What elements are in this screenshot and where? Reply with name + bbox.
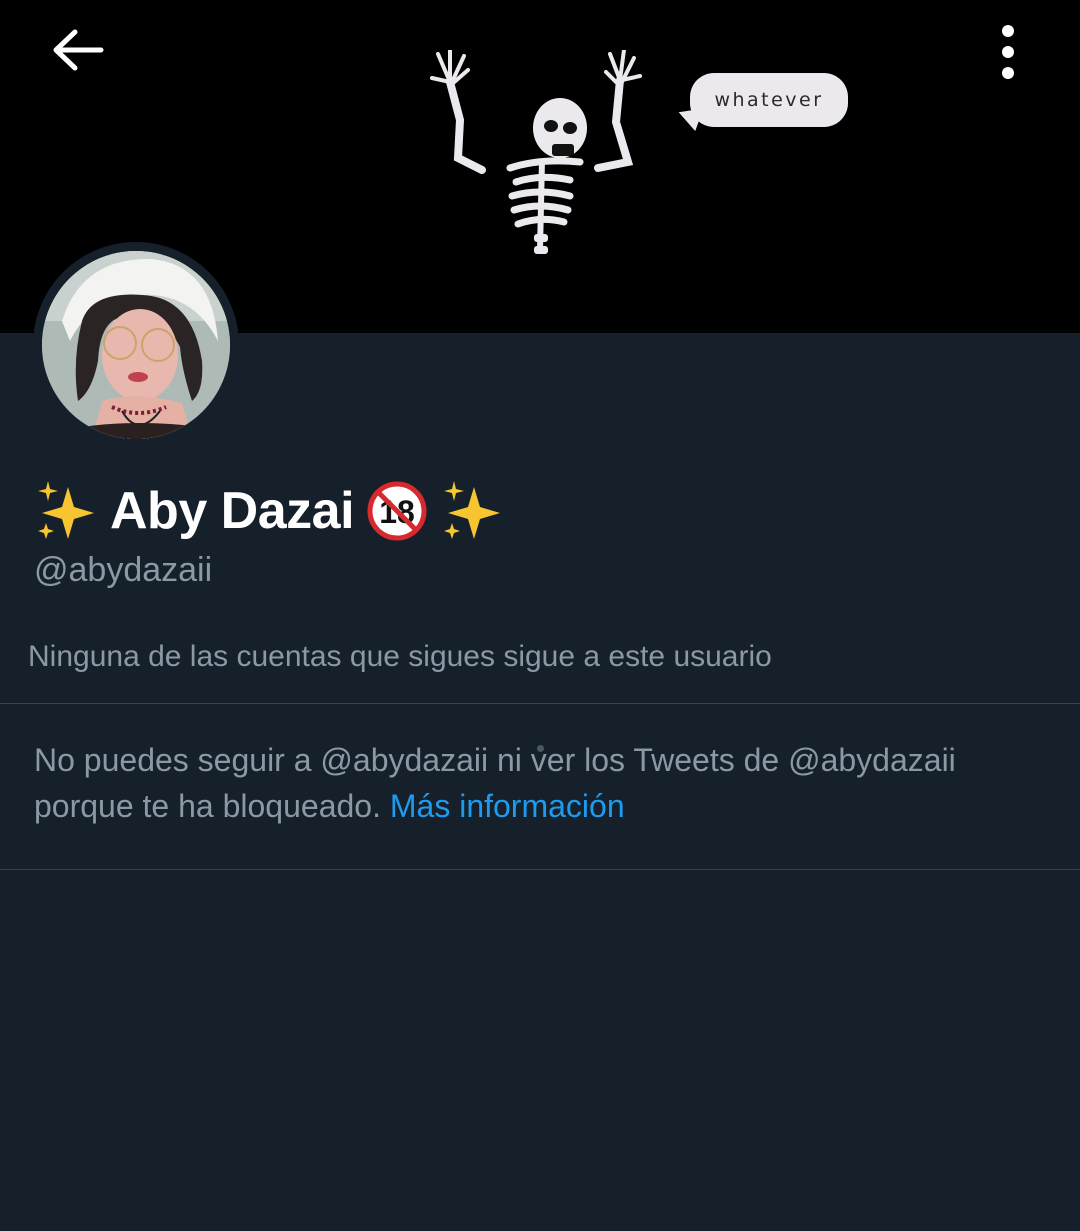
- scroll-indicator: [537, 745, 544, 752]
- speech-bubble: whatever: [690, 73, 848, 127]
- more-info-link[interactable]: Más información: [390, 788, 625, 824]
- user-handle: @abydazaii: [34, 551, 213, 589]
- avatar[interactable]: [42, 251, 230, 439]
- divider: [0, 869, 1080, 870]
- followers-you-know: Ninguna de las cuentas que sigues sigue …: [28, 640, 772, 673]
- avatar-image: [42, 251, 230, 439]
- arrow-left-icon: [53, 29, 104, 71]
- more-vertical-icon: [1002, 25, 1014, 79]
- display-name-row: Aby Dazai 18: [34, 476, 504, 546]
- divider: [0, 703, 1080, 704]
- back-button[interactable]: [40, 22, 116, 78]
- profile-screen: whatever Aby Dazai @abydazaii Ninguna de…: [0, 0, 1080, 1231]
- display-name: Aby Dazai: [110, 482, 355, 540]
- more-options-button[interactable]: [980, 20, 1036, 84]
- sparkles-icon: [38, 481, 94, 539]
- no-under-18-icon: 18: [367, 481, 427, 541]
- sparkles-icon: [444, 481, 501, 539]
